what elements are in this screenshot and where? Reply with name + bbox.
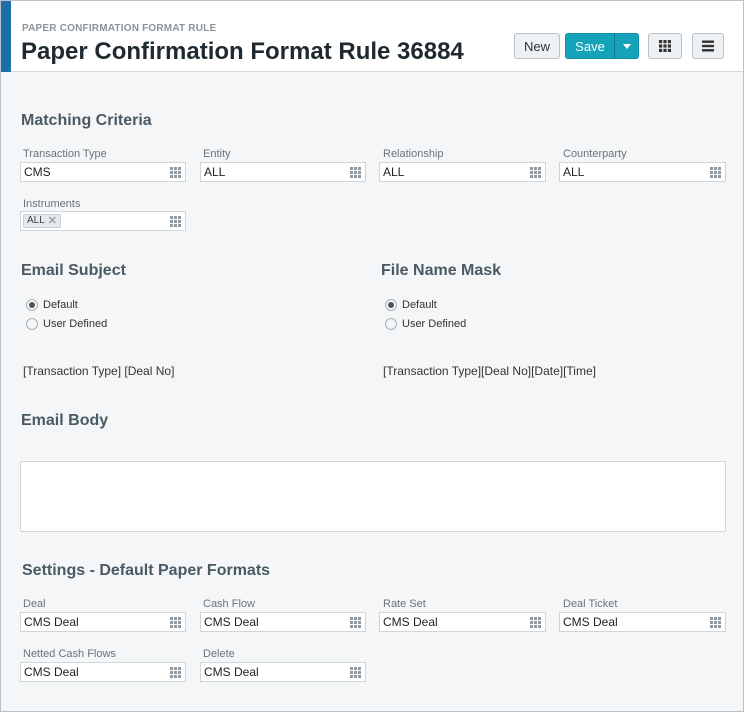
radio-checked-icon[interactable] [385,299,397,311]
email-subject-default-option[interactable]: Default [26,299,78,311]
email-subject-default-label: Default [43,299,78,311]
new-button[interactable]: New [514,33,560,59]
instruments-label: Instruments [23,198,81,210]
lookup-grid-icon[interactable] [170,167,181,178]
file-name-mask-value: [Transaction Type][Deal No][Date][Time] [383,364,596,378]
matching-criteria-heading: Matching Criteria [21,112,152,129]
file-name-mask-heading: File Name Mask [381,262,502,279]
entity-label: Entity [203,148,231,160]
file-name-default-option[interactable]: Default [385,299,437,311]
header-accent-bar [1,1,11,72]
transaction-type-field[interactable]: CMS [20,162,186,182]
email-subject-user-defined-label: User Defined [43,318,108,330]
relationship-label: Relationship [383,148,444,160]
deal-ticket-value: CMS Deal [563,615,618,629]
delete-value: CMS Deal [204,665,259,679]
email-subject-user-defined-option[interactable]: User Defined [26,318,107,330]
radio-checked-icon[interactable] [26,299,38,311]
radio-unchecked-icon[interactable] [26,318,38,330]
lookup-grid-icon[interactable] [350,167,361,178]
app-window: PAPER CONFIRMATION FORMAT RULE Paper Con… [0,0,744,712]
lookup-grid-icon[interactable] [710,617,721,628]
lookup-grid-icon[interactable] [530,167,541,178]
save-dropdown-button[interactable] [614,33,639,59]
page-title: Paper Confirmation Format Rule 36884 [21,38,464,65]
remove-tag-icon[interactable]: ✕ [48,215,57,227]
grid-icon [659,40,671,52]
relationship-field[interactable]: ALL [379,162,546,182]
radio-unchecked-icon[interactable] [385,318,397,330]
counterparty-value: ALL [563,165,585,179]
file-name-user-defined-option[interactable]: User Defined [385,318,466,330]
email-subject-mask: [Transaction Type] [Deal No] [23,364,175,378]
counterparty-label: Counterparty [563,148,627,160]
delete-field[interactable]: CMS Deal [200,662,366,682]
lookup-grid-icon[interactable] [350,617,361,628]
netted-cash-flows-value: CMS Deal [24,665,79,679]
email-body-heading: Email Body [21,412,109,429]
file-name-default-label: Default [402,299,437,311]
instrument-tag: ALL ✕ [23,214,62,228]
deal-value: CMS Deal [24,615,79,629]
entity-field[interactable]: ALL [200,162,366,182]
rate-set-value: CMS Deal [383,615,438,629]
lookup-grid-icon[interactable] [170,216,181,227]
lookup-grid-icon[interactable] [530,617,541,628]
lookup-grid-icon[interactable] [710,167,721,178]
delete-label: Delete [203,648,235,660]
transaction-type-label: Transaction Type [23,148,107,160]
instrument-tag-label: ALL [27,215,45,226]
email-subject-heading: Email Subject [21,262,126,279]
instruments-field[interactable]: ALL ✕ [20,211,186,231]
counterparty-field[interactable]: ALL [559,162,726,182]
cash-flow-label: Cash Flow [203,598,255,610]
grid-view-button[interactable] [648,33,682,59]
relationship-value: ALL [383,165,405,179]
lookup-grid-icon[interactable] [170,667,181,678]
entity-value: ALL [204,165,226,179]
page-subtitle: PAPER CONFIRMATION FORMAT RULE [22,23,217,34]
lookup-grid-icon[interactable] [350,667,361,678]
deal-ticket-label: Deal Ticket [563,598,618,610]
page-header: PAPER CONFIRMATION FORMAT RULE Paper Con… [1,1,743,72]
rate-set-field[interactable]: CMS Deal [379,612,546,632]
settings-heading: Settings - Default Paper Formats [22,562,271,579]
email-body-textarea[interactable] [20,461,726,532]
menu-button[interactable] [692,33,724,59]
deal-field[interactable]: CMS Deal [20,612,186,632]
netted-cash-flows-label: Netted Cash Flows [23,648,116,660]
hamburger-menu-icon [702,40,714,52]
save-button[interactable]: Save [565,33,615,59]
file-name-user-defined-label: User Defined [402,318,467,330]
lookup-grid-icon[interactable] [170,617,181,628]
rate-set-label: Rate Set [383,598,426,610]
deal-label: Deal [23,598,46,610]
chevron-down-icon [622,43,631,49]
netted-cash-flows-field[interactable]: CMS Deal [20,662,186,682]
cash-flow-value: CMS Deal [204,615,259,629]
cash-flow-field[interactable]: CMS Deal [200,612,366,632]
deal-ticket-field[interactable]: CMS Deal [559,612,726,632]
transaction-type-value: CMS [24,165,51,179]
